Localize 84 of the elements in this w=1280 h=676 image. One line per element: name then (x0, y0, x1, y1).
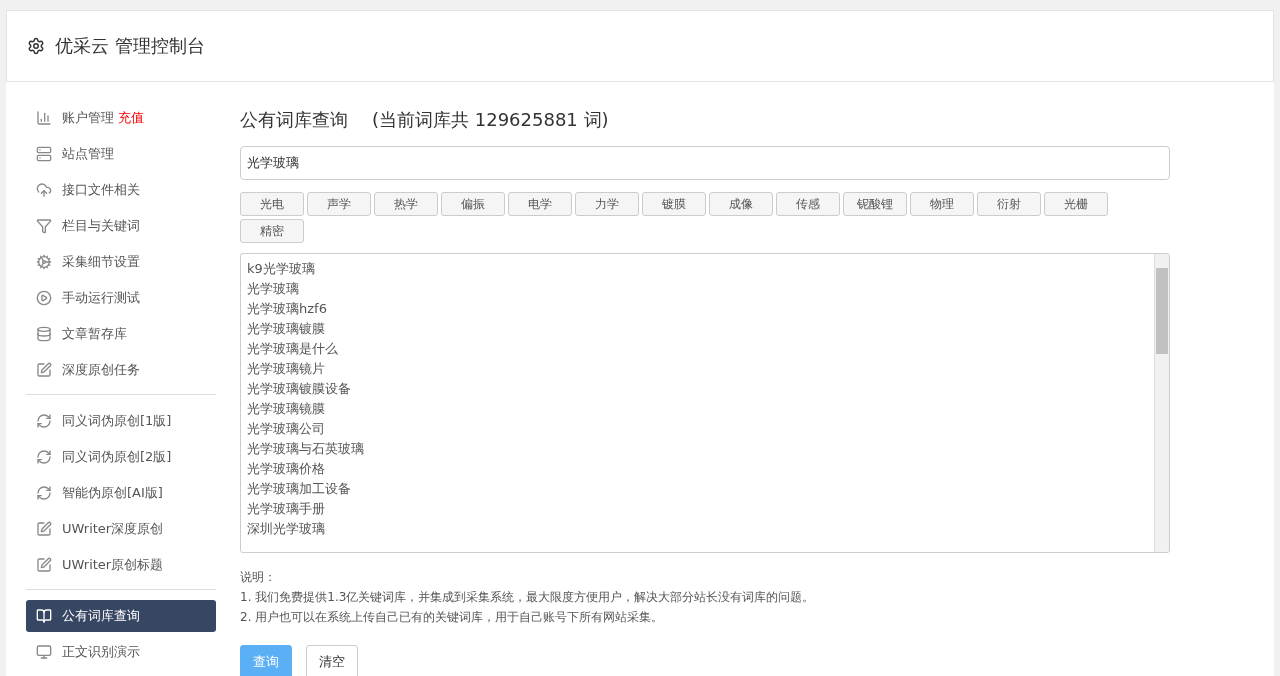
result-item[interactable]: 光学玻璃公司 (247, 419, 1148, 439)
sidebar-label: 采集细节设置 (62, 253, 140, 271)
sidebar-label: 公有词库查询 (62, 607, 140, 625)
sidebar-item[interactable]: 采集细节设置 (26, 246, 216, 278)
gear-icon (36, 254, 52, 270)
tag-button[interactable]: 镀膜 (642, 192, 706, 216)
result-item[interactable]: 光学玻璃镜膜 (247, 399, 1148, 419)
settings-icon (27, 37, 45, 55)
dictionary-count: (当前词库共 129625881 词) (372, 108, 609, 132)
sidebar-label: 深度原创任务 (62, 361, 140, 379)
result-item[interactable]: 光学玻璃镀膜设备 (247, 379, 1148, 399)
console-title: 优采云 管理控制台 (55, 34, 205, 58)
clear-button[interactable]: 清空 (306, 645, 358, 676)
sidebar-item[interactable]: 文章暂存库 (26, 318, 216, 350)
sidebar-item[interactable]: 智能伪原创[AI版] (26, 477, 216, 509)
tag-button[interactable]: 光电 (240, 192, 304, 216)
sidebar-label: 接口文件相关 (62, 181, 140, 199)
result-item[interactable]: 光学玻璃hzf6 (247, 299, 1148, 319)
monitor-icon (36, 644, 52, 660)
sidebar-label: 智能伪原创[AI版] (62, 484, 163, 502)
sidebar-label: 文章暂存库 (62, 325, 127, 343)
book-icon (36, 608, 52, 624)
sidebar-item[interactable]: 账户管理 充值 (26, 102, 216, 134)
recharge-link[interactable]: 充值 (118, 109, 144, 127)
note-text: 1. 我们免费提供1.3亿关键词库，并集成到采集系统，最大限度方便用户，解决大部分站长没有词库的问题。 (240, 589, 816, 606)
sidebar-item[interactable]: 正文识别演示 (26, 636, 216, 668)
result-item[interactable]: k9光学玻璃 (247, 259, 1148, 279)
sidebar-item[interactable]: UWriter深度原创 (26, 513, 216, 545)
scrollbar[interactable] (1154, 254, 1169, 552)
result-item[interactable]: 光学玻璃手册 (247, 499, 1148, 519)
tag-button[interactable]: 热学 (374, 192, 438, 216)
sidebar-item[interactable]: 同义词伪原创[1版] (26, 405, 216, 437)
sidebar-item[interactable]: 手动运行测试 (26, 282, 216, 314)
sidebar-item[interactable]: 同义词伪原创[2版] (26, 441, 216, 473)
tag-button[interactable]: 声学 (307, 192, 371, 216)
result-item[interactable]: 深圳光学玻璃 (247, 519, 1148, 539)
sidebar-label: UWriter原创标题 (62, 556, 164, 574)
play-icon (36, 290, 52, 306)
database-icon (36, 326, 52, 342)
sidebar-item[interactable]: 公有词库查询 (26, 600, 216, 632)
cloud-upload-icon (36, 182, 52, 198)
sidebar-label: 同义词伪原创[2版] (62, 448, 172, 466)
result-item[interactable]: 光学玻璃价格 (247, 459, 1148, 479)
filter-icon (36, 218, 52, 234)
result-item[interactable]: 光学玻璃是什么 (247, 339, 1148, 359)
refresh-icon (36, 485, 52, 501)
edit-icon (36, 557, 52, 573)
tag-button[interactable]: 传感 (776, 192, 840, 216)
notes-title: 说明： (240, 569, 277, 586)
sidebar-item[interactable]: 栏目与关键词 (26, 210, 216, 242)
sidebar-item[interactable]: UWriter原创标题 (26, 549, 216, 581)
page-title: 公有词库查询 (240, 108, 348, 132)
sidebar-item[interactable]: 站点管理 (26, 138, 216, 170)
sidebar-item[interactable]: 深度原创任务 (26, 354, 216, 386)
tag-button[interactable]: 铌酸锂 (843, 192, 907, 216)
sidebar-label: 账户管理 (62, 109, 114, 127)
result-item[interactable]: 光学玻璃与石英玻璃 (247, 439, 1148, 459)
server-icon (36, 146, 52, 162)
tag-button[interactable]: 力学 (575, 192, 639, 216)
note-text: 2. 用户也可以在系统上传自己已有的关键词库，用于自己账号下所有网站采集。 (240, 609, 665, 626)
result-item[interactable]: 光学玻璃镀膜 (247, 319, 1148, 339)
sidebar-label: 栏目与关键词 (62, 217, 140, 235)
edit-icon (36, 362, 52, 378)
tag-button[interactable]: 偏振 (441, 192, 505, 216)
result-item[interactable]: 光学玻璃 (247, 279, 1148, 299)
refresh-icon (36, 413, 52, 429)
sidebar-label: UWriter深度原创 (62, 520, 164, 538)
tag-button[interactable]: 衍射 (977, 192, 1041, 216)
sidebar-label: 手动运行测试 (62, 289, 140, 307)
sidebar-label: 同义词伪原创[1版] (62, 412, 172, 430)
tag-button[interactable]: 电学 (508, 192, 572, 216)
bar-chart-icon (36, 110, 52, 126)
tag-button[interactable]: 光栅 (1044, 192, 1108, 216)
sidebar-label: 正文识别演示 (62, 643, 140, 661)
tag-button[interactable]: 精密 (240, 219, 304, 243)
search-field[interactable]: 光学玻璃 (240, 146, 1170, 180)
result-item[interactable]: 光学玻璃加工设备 (247, 479, 1148, 499)
tag-button[interactable]: 成像 (709, 192, 773, 216)
edit-icon (36, 521, 52, 537)
sidebar-item[interactable]: 接口文件相关 (26, 174, 216, 206)
tag-button[interactable]: 物理 (910, 192, 974, 216)
sidebar-label: 站点管理 (62, 145, 114, 163)
refresh-icon (36, 449, 52, 465)
result-item[interactable]: 光学玻璃镜片 (247, 359, 1148, 379)
